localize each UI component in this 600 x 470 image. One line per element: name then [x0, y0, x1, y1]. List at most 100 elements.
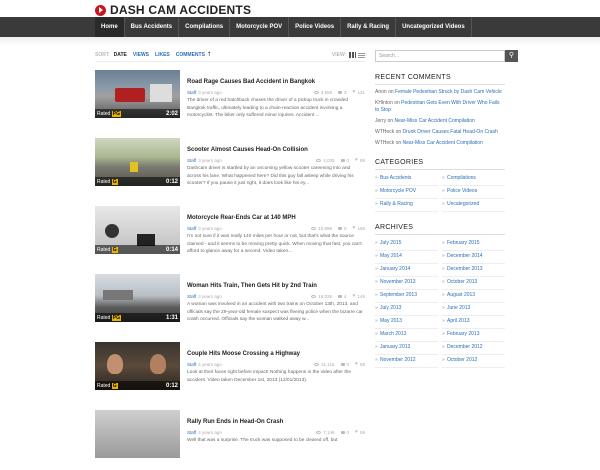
like-count: 58 [359, 361, 365, 367]
post-item: Rated G 0:12 Scooter Almost Causes Head-… [95, 138, 365, 198]
comment-icon [340, 362, 345, 366]
recent-comment-link[interactable]: Near-Miss Car Accident Compilation [403, 140, 483, 146]
comment-count: 0 [346, 429, 350, 435]
heart-icon[interactable]: ♥ [353, 89, 356, 95]
archive-link[interactable]: November 2013 [375, 277, 438, 290]
eye-icon [314, 362, 320, 366]
play-circle-icon [95, 4, 106, 16]
post-title[interactable]: Woman Hits Train, Then Gets Hit by 2nd T… [187, 283, 317, 289]
post-age: 4 years ago [198, 361, 222, 367]
archive-link[interactable]: May 2013 [375, 316, 438, 329]
post-title[interactable]: Rally Run Ends in Head-On Crash [187, 419, 283, 425]
category-link[interactable]: Compilations [442, 173, 505, 186]
post-author[interactable]: Staff [187, 158, 196, 163]
archive-link[interactable]: January 2014 [375, 264, 438, 277]
video-duration: 1:31 [165, 315, 178, 321]
post-excerpt: Look at their faces right before impact!… [187, 370, 351, 383]
archive-link[interactable]: November 2012 [375, 355, 438, 368]
sort-option-likes[interactable]: LIKES [155, 52, 170, 58]
comment-count: 3 [344, 89, 347, 95]
site-header: DASH CAM ACCIDENTS [0, 0, 600, 17]
arrow-up-icon[interactable]: 🠕 [208, 50, 211, 60]
sort-option-views[interactable]: VIEWS [133, 52, 149, 58]
sort-option-comments[interactable]: COMMENTS [176, 52, 205, 58]
recent-comment-link[interactable]: Drunk Driver Causes Fatal Head-On Crash [403, 129, 498, 135]
header-shadow [0, 37, 600, 45]
post-age: 4 years ago [198, 429, 222, 435]
eye-icon [316, 430, 322, 434]
heart-icon[interactable]: ♥ [355, 157, 358, 163]
archive-link[interactable]: September 2013 [375, 290, 438, 303]
eye-icon [311, 226, 317, 230]
recent-comment-link[interactable]: Female Pedestrian Struck by Dash Cam Veh… [395, 89, 502, 95]
post-title[interactable]: Road Rage Causes Bad Accident in Bangkok [187, 79, 315, 85]
post-age: 3 years ago [198, 293, 222, 299]
nav-item-police-videos[interactable]: Police Videos [289, 17, 342, 37]
view-count: 10,896 [318, 225, 332, 231]
list-view-icon[interactable] [358, 51, 365, 58]
video-thumbnail[interactable]: Rated G 0:12 [95, 138, 180, 186]
comment-count: 4 [344, 293, 347, 299]
post-author[interactable]: Staff [187, 294, 196, 299]
post-title[interactable]: Couple Hits Moose Crossing a Highway [187, 351, 300, 357]
category-link[interactable]: Uncategorized [442, 199, 505, 212]
category-link[interactable]: Police Videos [442, 186, 505, 199]
nav-item-motorcycle-pov[interactable]: Motorcycle POV [230, 17, 290, 37]
category-link[interactable]: Motorcycle POV [375, 186, 438, 199]
post-author[interactable]: Staff [187, 362, 196, 367]
category-link[interactable]: Rally & Racing [375, 199, 438, 212]
comment-icon [340, 158, 345, 162]
sort-option-date[interactable]: DATE [114, 52, 127, 58]
archive-link[interactable]: May 2014 [375, 251, 438, 264]
heart-icon[interactable]: ♥ [355, 361, 358, 367]
video-thumbnail[interactable] [95, 410, 180, 458]
post-title[interactable]: Scooter Almost Causes Head-On Collision [187, 147, 308, 153]
archive-link[interactable]: August 2013 [442, 290, 505, 303]
rating-badge: Rated G [97, 179, 118, 185]
archive-link[interactable]: March 2013 [375, 329, 438, 342]
search-icon[interactable]: ⚲ [505, 50, 518, 62]
archive-link[interactable]: December 2013 [442, 264, 505, 277]
archive-link[interactable]: December 2014 [442, 251, 505, 264]
site-title: DASH CAM ACCIDENTS [110, 3, 252, 17]
archive-link[interactable]: February 2013 [442, 329, 505, 342]
rating-badge: Rated G [97, 383, 118, 389]
post-item: Rated G 0:12 Couple Hits Moose Crossing … [95, 342, 365, 402]
like-count: 89 [359, 157, 365, 163]
video-thumbnail[interactable]: Rated PG 2:02 [95, 70, 180, 118]
post-author[interactable]: Staff [187, 226, 196, 231]
archive-link[interactable]: October 2012 [442, 355, 505, 368]
archive-link[interactable]: January 2013 [375, 342, 438, 355]
search-input[interactable]: Search... ⚲ [375, 50, 518, 62]
post-excerpt: Well that was a surprise. The truck was … [187, 438, 338, 443]
nav-item-home[interactable]: Home [95, 17, 125, 37]
post-author[interactable]: Staff [187, 430, 196, 435]
video-thumbnail[interactable]: Rated G 0:14 [95, 206, 180, 254]
category-link[interactable]: Bus Accidents [375, 173, 438, 186]
video-thumbnail[interactable]: Rated PG 1:31 [95, 274, 180, 322]
site-logo[interactable]: DASH CAM ACCIDENTS [95, 3, 251, 17]
nav-item-uncategorized-videos[interactable]: Uncategorized Videos [396, 17, 472, 37]
nav-item-compilations[interactable]: Compilations [179, 17, 231, 37]
post-author[interactable]: Staff [187, 90, 196, 95]
archive-link[interactable]: February 2015 [442, 238, 505, 251]
archive-list: July 2015 February 2015 May 2014 Decembe… [375, 238, 505, 368]
grid-view-icon[interactable] [349, 51, 356, 58]
archive-link[interactable]: June 2013 [442, 303, 505, 316]
nav-item-bus-accidents[interactable]: Bus Accidents [125, 17, 180, 37]
archive-link[interactable]: July 2013 [375, 303, 438, 316]
recent-comments-title: RECENT COMMENTS [375, 74, 505, 85]
archive-link[interactable]: October 2013 [442, 277, 505, 290]
archive-link[interactable]: April 2013 [442, 316, 505, 329]
like-count: 149 [357, 293, 365, 299]
video-thumbnail[interactable]: Rated G 0:12 [95, 342, 180, 390]
eye-icon [311, 294, 317, 298]
heart-icon[interactable]: ♥ [355, 429, 358, 435]
heart-icon[interactable]: ♥ [353, 293, 356, 299]
heart-icon[interactable]: ♥ [353, 225, 356, 231]
post-title[interactable]: Motorcycle Rear-Ends Car at 140 MPH [187, 215, 296, 221]
archive-link[interactable]: July 2015 [375, 238, 438, 251]
recent-comment-link[interactable]: Near-Miss Car Accident Compilation [394, 118, 474, 124]
archive-link[interactable]: December 2012 [442, 342, 505, 355]
nav-item-rally-racing[interactable]: Rally & Racing [341, 17, 397, 37]
